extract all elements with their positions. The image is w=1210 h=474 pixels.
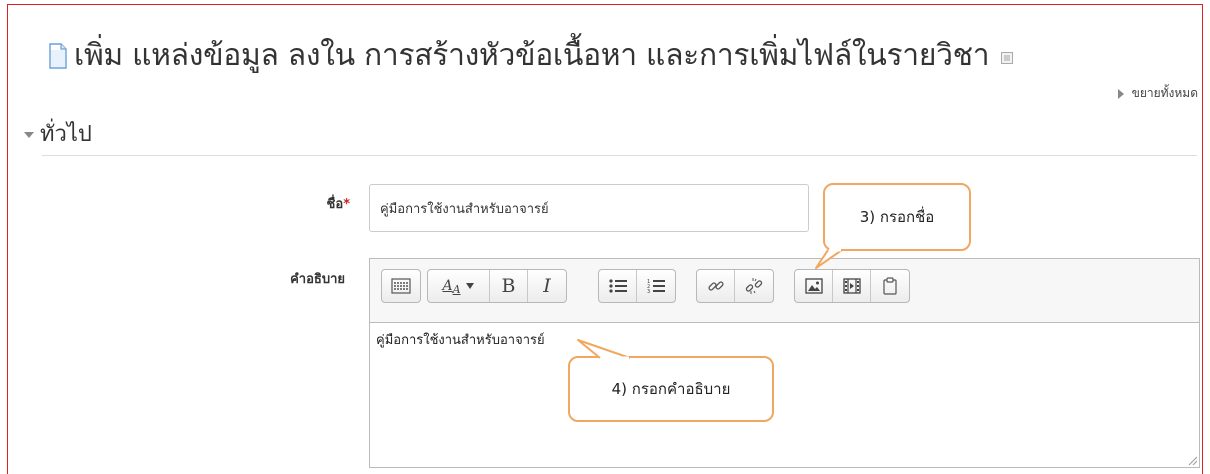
unlink-button[interactable] <box>735 270 773 302</box>
name-label-row: ชื่อ* <box>250 193 350 214</box>
callout-step4: 4) กรอกคำอธิบาย <box>568 356 774 422</box>
media-button[interactable] <box>833 270 871 302</box>
manage-files-button[interactable] <box>871 270 909 302</box>
resize-handle-icon[interactable] <box>1187 455 1197 465</box>
italic-button[interactable]: I <box>528 270 566 302</box>
editor-toolbar: A A B I 1 2 3 <box>370 259 1199 323</box>
ordered-list-button[interactable]: 1 2 3 <box>637 270 675 302</box>
toolbar-group-5 <box>794 269 910 303</box>
required-mark: * <box>343 197 350 212</box>
ordered-list-icon: 1 2 3 <box>647 279 665 294</box>
description-content[interactable]: คู่มือการใช้งานสำหรับอาจารย์ <box>370 323 1199 467</box>
name-label: ชื่อ <box>326 197 344 212</box>
section-divider <box>42 155 1197 156</box>
unordered-list-button[interactable] <box>599 270 637 302</box>
unlink-icon <box>745 278 763 294</box>
show-more-button[interactable] <box>382 270 420 302</box>
description-label: คำอธิบาย <box>290 272 345 287</box>
callout-step4-tail <box>577 339 631 360</box>
link-button[interactable] <box>697 270 735 302</box>
svg-text:3: 3 <box>647 289 650 294</box>
manage-files-icon <box>883 277 897 295</box>
link-icon <box>707 281 724 291</box>
expand-all-link[interactable]: ขยายทั้งหมด <box>1117 84 1198 103</box>
name-input[interactable] <box>369 184 809 232</box>
expand-all-label: ขยายทั้งหมด <box>1131 86 1198 100</box>
image-icon <box>804 278 823 294</box>
page-title: เพิ่ม แหล่งข้อมูล ลงใน การสร้างหัวข้อเนื… <box>74 38 990 73</box>
section-title: ทั่วไป <box>40 122 92 147</box>
unordered-list-icon <box>608 279 627 293</box>
font-size-icon: A A <box>442 277 474 296</box>
toolbar-group-3: 1 2 3 <box>598 269 676 303</box>
caret-down-icon <box>24 131 34 138</box>
callout-step3: 3) กรอกชื่อ <box>823 183 971 251</box>
show-more-icon <box>391 278 411 294</box>
toolbar-group-4 <box>696 269 774 303</box>
image-button[interactable] <box>795 270 833 302</box>
toolbar-group-1 <box>381 269 421 303</box>
document-icon <box>49 42 67 69</box>
bold-icon: B <box>501 275 516 297</box>
caret-right-icon <box>1117 88 1124 99</box>
page-header: เพิ่ม แหล่งข้อมูล ลงใน การสร้างหัวข้อเนื… <box>48 32 1014 79</box>
italic-icon: I <box>543 275 551 297</box>
bold-button[interactable]: B <box>490 270 528 302</box>
font-size-button[interactable]: A A <box>428 270 490 302</box>
callout-step3-text: 3) กรอกชื่อ <box>859 208 935 226</box>
help-icon[interactable] <box>1001 51 1014 64</box>
media-icon <box>842 278 861 294</box>
section-toggle-general[interactable]: ทั่วไป <box>24 116 92 151</box>
description-editor: A A B I 1 2 3 คู่มือการใช้งานสำหรับอาจาร… <box>369 258 1200 468</box>
callout-step3-tail <box>815 248 843 269</box>
toolbar-group-2: A A B I <box>427 269 567 303</box>
callout-step4-text: 4) กรอกคำอธิบาย <box>611 380 731 398</box>
